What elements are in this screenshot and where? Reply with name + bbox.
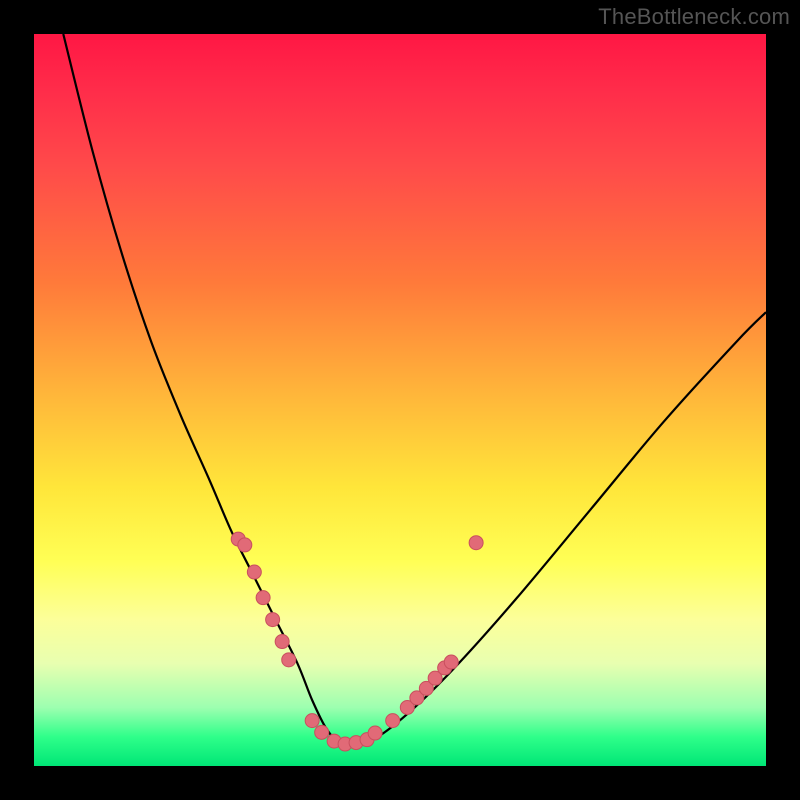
- plot-area: [34, 34, 766, 766]
- marker-dot: [444, 655, 458, 669]
- marker-dot: [275, 635, 289, 649]
- marker-dot: [315, 725, 329, 739]
- marker-dot: [238, 538, 252, 552]
- marker-dot: [247, 565, 261, 579]
- marker-dot: [256, 591, 270, 605]
- marker-dot: [368, 726, 382, 740]
- marker-dot: [469, 536, 483, 550]
- marker-dot: [305, 714, 319, 728]
- marker-dots-group: [231, 532, 483, 751]
- watermark-text: TheBottleneck.com: [598, 4, 790, 30]
- marker-dot: [386, 714, 400, 728]
- curve-svg: [34, 34, 766, 766]
- chart-frame: TheBottleneck.com: [0, 0, 800, 800]
- bottleneck-curve: [63, 34, 766, 745]
- marker-dot: [266, 613, 280, 627]
- marker-dot: [282, 653, 296, 667]
